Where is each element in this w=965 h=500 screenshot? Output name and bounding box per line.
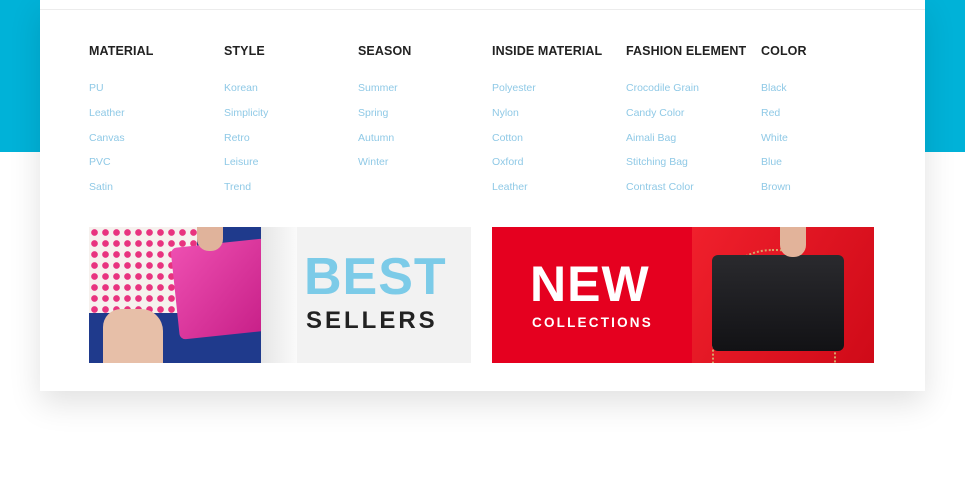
- background-band-right: [925, 0, 965, 152]
- menu-link[interactable]: Cotton: [492, 131, 602, 156]
- menu-link[interactable]: Winter: [358, 155, 411, 180]
- menu-link[interactable]: PU: [89, 81, 153, 106]
- new-collections-subtitle: COLLECTIONS: [532, 315, 653, 330]
- mega-menu-panel: MATERIAL PU Leather Canvas PVC Satin STY…: [40, 0, 925, 391]
- menu-link[interactable]: Korean: [224, 81, 268, 106]
- menu-link[interactable]: Summer: [358, 81, 411, 106]
- panel-divider: [40, 9, 925, 10]
- menu-link[interactable]: Simplicity: [224, 106, 268, 131]
- column-title: FASHION ELEMENT: [626, 44, 747, 58]
- menu-link[interactable]: Brown: [761, 180, 807, 205]
- menu-column-inside-material: INSIDE MATERIAL Polyester Nylon Cotton O…: [492, 43, 602, 205]
- best-sellers-photo: [89, 227, 284, 363]
- column-title: MATERIAL: [89, 44, 154, 58]
- menu-column-color: COLOR Black Red White Blue Brown: [761, 43, 807, 205]
- column-title: COLOR: [761, 44, 807, 58]
- model-hand: [780, 227, 806, 257]
- menu-link[interactable]: Nylon: [492, 106, 602, 131]
- menu-column-fashion-element: FASHION ELEMENT Crocodile Grain Candy Co…: [626, 43, 746, 205]
- menu-link[interactable]: Crocodile Grain: [626, 81, 746, 106]
- menu-link[interactable]: Leather: [89, 106, 153, 131]
- menu-link[interactable]: Spring: [358, 106, 411, 131]
- menu-link[interactable]: Canvas: [89, 131, 153, 156]
- best-sellers-title: BEST: [304, 248, 447, 306]
- new-collections-title: NEW: [530, 256, 650, 312]
- menu-link[interactable]: Leather: [492, 180, 602, 205]
- menu-column-material: MATERIAL PU Leather Canvas PVC Satin: [89, 43, 153, 205]
- menu-link[interactable]: Oxford: [492, 155, 602, 180]
- column-title: SEASON: [358, 44, 412, 58]
- black-handbag: [712, 255, 844, 351]
- menu-link[interactable]: White: [761, 131, 807, 156]
- model-hand: [197, 227, 223, 251]
- menu-link[interactable]: PVC: [89, 155, 153, 180]
- menu-link[interactable]: Contrast Color: [626, 180, 746, 205]
- column-title: INSIDE MATERIAL: [492, 44, 603, 58]
- menu-link[interactable]: Aimali Bag: [626, 131, 746, 156]
- pink-handbag: [170, 238, 276, 340]
- new-collections-photo: [692, 227, 874, 363]
- menu-link[interactable]: Leisure: [224, 155, 268, 180]
- background-band-left: [0, 0, 40, 152]
- menu-column-style: STYLE Korean Simplicity Retro Leisure Tr…: [224, 43, 268, 205]
- menu-link[interactable]: Candy Color: [626, 106, 746, 131]
- new-collections-banner[interactable]: NEW COLLECTIONS: [492, 227, 874, 363]
- menu-link[interactable]: Retro: [224, 131, 268, 156]
- menu-link[interactable]: Stitching Bag: [626, 155, 746, 180]
- model-legs: [103, 309, 163, 363]
- menu-link[interactable]: Autumn: [358, 131, 411, 156]
- column-title: STYLE: [224, 44, 265, 58]
- menu-link[interactable]: Satin: [89, 180, 153, 205]
- best-sellers-subtitle: SELLERS: [306, 307, 438, 334]
- menu-link[interactable]: Polyester: [492, 81, 602, 106]
- menu-link[interactable]: Blue: [761, 155, 807, 180]
- menu-column-season: SEASON Summer Spring Autumn Winter: [358, 43, 411, 180]
- menu-link[interactable]: Trend: [224, 180, 268, 205]
- menu-link[interactable]: Red: [761, 106, 807, 131]
- menu-link[interactable]: Black: [761, 81, 807, 106]
- best-sellers-banner[interactable]: BEST SELLERS: [89, 227, 471, 363]
- photo-fade: [261, 227, 297, 363]
